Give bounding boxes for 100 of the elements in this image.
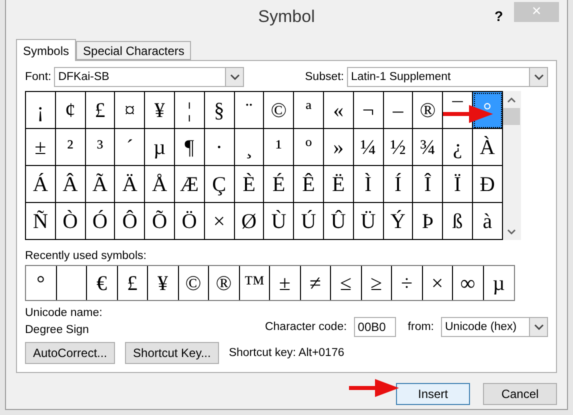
font-label: Font: xyxy=(25,71,52,83)
symbol-cell[interactable]: Æ xyxy=(174,166,205,203)
symbol-cell[interactable]: Þ xyxy=(413,203,444,240)
symbol-cell[interactable]: Ç xyxy=(204,166,235,203)
symbol-cell[interactable]: × xyxy=(204,203,235,240)
symbol-cell[interactable]: Ô xyxy=(115,203,146,240)
symbol-cell[interactable]: Ì xyxy=(354,166,384,203)
symbol-cell[interactable]: ³ xyxy=(86,129,116,166)
recent-symbol-cell[interactable]: × xyxy=(422,266,453,300)
scroll-up-icon[interactable] xyxy=(507,96,516,102)
symbol-cell[interactable]: Í xyxy=(384,166,414,203)
recent-symbol-cell[interactable]: © xyxy=(178,266,209,300)
scrollbar[interactable] xyxy=(502,91,521,240)
symbol-cell[interactable]: µ xyxy=(145,129,175,166)
symbol-cell[interactable]: » xyxy=(324,129,354,166)
symbol-cell[interactable]: Î xyxy=(413,166,444,203)
symbol-cell[interactable]: Ã xyxy=(86,166,116,203)
symbol-cell[interactable]: È xyxy=(234,166,264,203)
symbol-cell[interactable]: ¶ xyxy=(174,129,205,166)
symbol-cell[interactable]: ½ xyxy=(384,129,414,166)
recent-symbol-cell[interactable]: ∞ xyxy=(453,266,484,300)
symbol-cell[interactable]: Ò xyxy=(56,203,86,240)
dialog-button[interactable]: Shortcut Key... xyxy=(125,342,219,364)
symbol-cell[interactable]: ² xyxy=(56,129,86,166)
recent-symbol-cell[interactable]: € xyxy=(87,266,118,300)
character-code-field[interactable]: 00B0 xyxy=(354,317,396,337)
symbol-cell[interactable]: Á xyxy=(26,166,56,203)
symbol-cell[interactable]: ¼ xyxy=(354,129,384,166)
chevron-down-icon xyxy=(534,324,544,330)
symbol-cell[interactable]: Ø xyxy=(234,203,264,240)
help-button[interactable]: ? xyxy=(494,8,503,24)
symbol-cell[interactable]: Ý xyxy=(384,203,414,240)
symbol-cell[interactable]: – xyxy=(384,92,414,129)
symbol-cell[interactable]: ¹ xyxy=(264,129,294,166)
recent-symbol-cell[interactable]: ° xyxy=(26,266,56,300)
font-dropdown[interactable]: DFKai-SB xyxy=(54,67,244,87)
symbol-cell[interactable]: ´ xyxy=(115,129,146,166)
symbol-cell[interactable]: Û xyxy=(324,203,354,240)
symbol-cell[interactable]: ® xyxy=(413,92,444,129)
recent-symbol-cell[interactable]: ® xyxy=(209,266,240,300)
subset-dropdown[interactable]: Latin-1 Supplement xyxy=(347,67,548,87)
symbol-cell[interactable]: Ë xyxy=(324,166,354,203)
symbol-cell[interactable]: ¦ xyxy=(174,92,205,129)
symbol-cell[interactable]: ¿ xyxy=(443,129,473,166)
symbol-cell[interactable]: à xyxy=(472,203,503,240)
subset-label: Subset: xyxy=(305,71,344,83)
symbol-cell[interactable]: Ù xyxy=(264,203,294,240)
symbol-cell[interactable]: « xyxy=(324,92,354,129)
symbol-cell[interactable]: ¬ xyxy=(354,92,384,129)
scroll-down-icon[interactable] xyxy=(507,228,516,234)
symbol-cell[interactable]: Ö xyxy=(174,203,205,240)
recent-symbol-cell[interactable]: ≤ xyxy=(331,266,362,300)
character-code-label: Character code: xyxy=(264,321,347,333)
symbol-cell[interactable]: Â xyxy=(56,166,86,203)
recent-symbol-cell[interactable]: ≥ xyxy=(362,266,392,300)
symbol-cell[interactable]: Ñ xyxy=(26,203,56,240)
symbol-cell[interactable]: À xyxy=(472,129,503,166)
unicode-name-label: Unicode name: xyxy=(25,307,102,319)
symbol-cell[interactable]: ¥ xyxy=(145,92,175,129)
from-dropdown[interactable]: Unicode (hex) xyxy=(441,317,548,337)
recent-symbol-cell[interactable]: µ xyxy=(484,266,514,300)
symbol-cell[interactable]: Ä xyxy=(115,166,146,203)
from-label: from: xyxy=(408,321,434,333)
symbol-cell[interactable]: ¸ xyxy=(234,129,264,166)
symbol-cell[interactable]: ± xyxy=(26,129,56,166)
cancel-button[interactable]: Cancel xyxy=(483,383,557,405)
symbol-cell[interactable]: © xyxy=(264,92,294,129)
recent-symbol-cell[interactable]: £ xyxy=(118,266,148,300)
symbol-cell[interactable]: ¾ xyxy=(413,129,444,166)
symbol-cell[interactable]: § xyxy=(204,92,235,129)
symbol-cell[interactable]: Ó xyxy=(86,203,116,240)
symbol-cell[interactable]: Ï xyxy=(443,166,473,203)
recent-symbol-cell[interactable]: ± xyxy=(270,266,300,300)
recent-symbol-cell[interactable]: ¥ xyxy=(148,266,178,300)
symbol-cell[interactable]: £ xyxy=(86,92,116,129)
symbol-cell[interactable]: É xyxy=(264,166,294,203)
symbol-cell[interactable]: ¨ xyxy=(234,92,264,129)
symbol-cell[interactable]: ß xyxy=(443,203,473,240)
symbol-cell[interactable]: Ú xyxy=(294,203,324,240)
symbol-cell[interactable]: Å xyxy=(145,166,175,203)
tab[interactable]: Symbols xyxy=(16,39,76,61)
symbol-cell[interactable]: º xyxy=(294,129,324,166)
symbol-cell[interactable]: Ê xyxy=(294,166,324,203)
scrollbar-thumb[interactable] xyxy=(503,108,520,125)
symbol-cell[interactable]: ¤ xyxy=(115,92,146,129)
symbol-cell[interactable]: Ü xyxy=(354,203,384,240)
recent-symbol-cell[interactable]: ÷ xyxy=(392,266,422,300)
dialog-button[interactable]: AutoCorrect... xyxy=(25,342,116,364)
recent-symbol-cell[interactable]: ™ xyxy=(240,266,270,300)
recent-symbol-cell[interactable]: ≠ xyxy=(300,266,331,300)
recent-symbols-label: Recently used symbols: xyxy=(25,250,148,262)
symbol-cell[interactable]: ¢ xyxy=(56,92,86,129)
symbol-cell[interactable]: ¡ xyxy=(26,92,56,129)
symbol-cell[interactable]: · xyxy=(204,129,235,166)
symbol-cell[interactable]: Ð xyxy=(472,166,503,203)
tab[interactable]: Special Characters xyxy=(76,41,192,60)
symbol-cell[interactable]: Õ xyxy=(145,203,175,240)
symbol-cell[interactable]: ª xyxy=(294,92,324,129)
annotation-arrow xyxy=(443,104,493,124)
insert-button[interactable]: Insert xyxy=(396,383,470,405)
